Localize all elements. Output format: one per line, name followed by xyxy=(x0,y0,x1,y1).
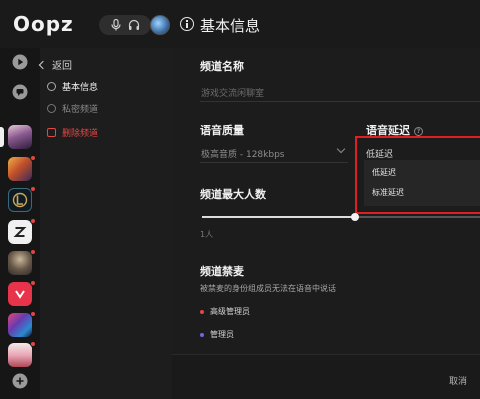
info-icon xyxy=(180,17,194,31)
nav-item-private-channel[interactable]: 私密频道 xyxy=(47,102,98,115)
server-anime-girl[interactable] xyxy=(8,125,34,151)
notification-dot xyxy=(30,218,36,224)
latency-option-standard[interactable]: 标准延迟 xyxy=(372,187,404,198)
role-name: 高级管理员 xyxy=(210,307,250,316)
mute-role-admin[interactable]: 管理员 xyxy=(200,329,234,340)
headphones-icon[interactable] xyxy=(127,18,141,32)
notification-dot xyxy=(30,186,36,192)
character-server-icon xyxy=(8,251,32,275)
league-logo-server-icon xyxy=(8,188,32,212)
channel-name-input[interactable]: 游戏交流闲聊室 xyxy=(201,86,264,99)
selected-server-indicator xyxy=(0,127,4,147)
page-title: 基本信息 xyxy=(200,17,261,35)
role-name: 管理员 xyxy=(210,330,234,339)
voice-quality-select[interactable]: 极高音质 - 128kbps xyxy=(201,147,284,160)
notification-dot xyxy=(30,311,36,317)
nav-item-basic-info[interactable]: 基本信息 xyxy=(47,80,98,93)
latency-option-low[interactable]: 低延迟 xyxy=(372,167,396,178)
notification-dot xyxy=(30,155,36,161)
voice-quality-label: 语音质量 xyxy=(200,124,244,137)
max-members-label: 频道最大人数 xyxy=(200,188,266,201)
info-circle-icon xyxy=(47,82,56,91)
nav-item-delete-channel[interactable]: 删除频道 xyxy=(47,126,98,139)
max-members-slider-thumb[interactable] xyxy=(351,213,359,221)
add-server-icon[interactable] xyxy=(12,373,28,389)
game-art-server-icon xyxy=(8,157,32,181)
trash-icon xyxy=(47,128,56,137)
chevron-left-icon xyxy=(38,60,48,70)
channel-name-label: 频道名称 xyxy=(200,60,244,73)
channel-name-underline xyxy=(200,101,480,102)
nav-item-label: 删除频道 xyxy=(62,129,99,139)
settings-nav xyxy=(40,48,172,399)
z-logo-server-icon xyxy=(8,220,32,244)
mute-role-senior-admin[interactable]: 高级管理员 xyxy=(200,306,250,317)
voice-quality-underline xyxy=(200,162,348,163)
max-members-value: 1人 xyxy=(200,230,214,239)
server-league[interactable] xyxy=(8,186,36,214)
colorful-game-server-icon xyxy=(8,313,32,337)
notification-dot xyxy=(30,249,36,255)
lock-icon xyxy=(47,104,56,113)
server-colorful-game[interactable] xyxy=(8,311,36,339)
channel-mute-description: 被禁麦的身份组成员无法在语音中说话 xyxy=(200,284,336,293)
anime-girl-server-icon xyxy=(8,125,32,149)
back-button[interactable]: 返回 xyxy=(38,57,72,72)
app-logo: Oopz xyxy=(13,12,74,36)
play-icon[interactable] xyxy=(12,54,28,70)
nav-item-label: 基本信息 xyxy=(62,83,99,93)
role-color-dot xyxy=(200,332,204,337)
server-red-v[interactable] xyxy=(8,280,36,308)
help-icon[interactable]: ? xyxy=(414,127,423,136)
nav-item-label: 私密频道 xyxy=(62,105,99,115)
microphone-icon[interactable] xyxy=(109,18,123,32)
channel-mute-label: 频道禁麦 xyxy=(200,265,244,278)
server-anime-art[interactable] xyxy=(8,341,36,369)
notification-dot xyxy=(30,341,36,347)
voice-latency-select[interactable]: 低延迟 xyxy=(366,147,393,160)
user-avatar[interactable] xyxy=(150,15,170,35)
server-character[interactable] xyxy=(8,249,36,277)
cancel-button[interactable]: 取消 xyxy=(449,374,467,387)
back-label: 返回 xyxy=(52,61,72,72)
max-members-slider-fill xyxy=(202,216,355,218)
voice-controls xyxy=(99,15,151,35)
server-game-art[interactable] xyxy=(8,155,36,183)
anime-art-server-icon xyxy=(8,343,32,367)
footer-bar xyxy=(172,354,480,399)
notification-dot xyxy=(30,280,36,286)
server-z[interactable] xyxy=(8,218,36,246)
role-color-dot xyxy=(200,309,204,314)
red-v-server-icon xyxy=(8,282,32,306)
chat-icon[interactable] xyxy=(12,84,28,100)
